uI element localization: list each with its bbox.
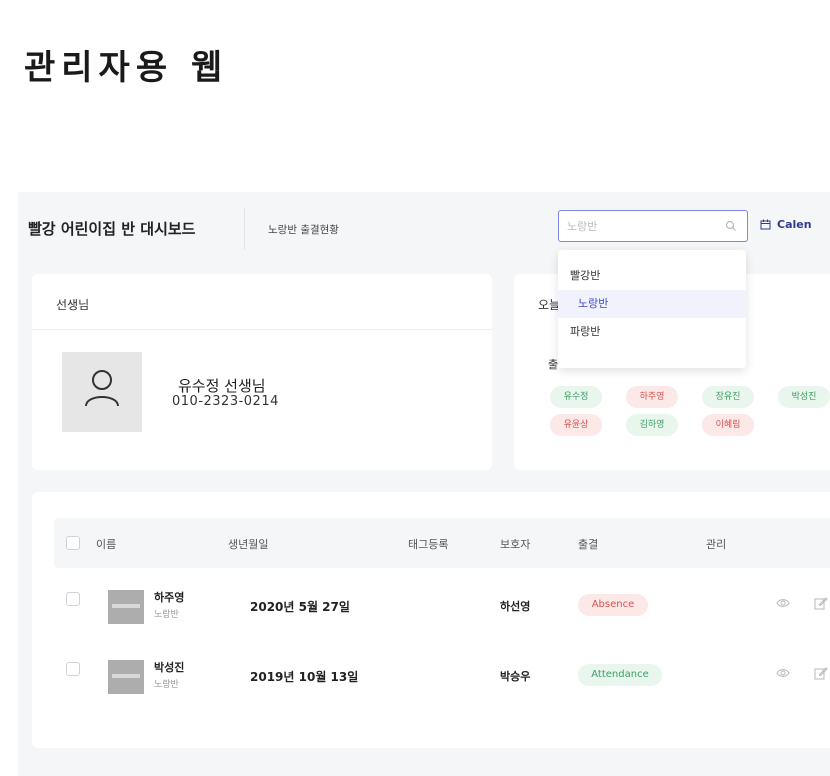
table-row[interactable]: 박성진 노랑반 2019년 10월 13일 박승우 Attendance [54,644,830,714]
select-all-checkbox[interactable] [66,536,80,550]
row-checkbox[interactable] [66,662,80,676]
class-search-input[interactable] [567,217,717,235]
dropdown-option-red[interactable]: 빨강반 [558,262,746,290]
teacher-phone: 010-2323-0214 [172,394,279,409]
class-dropdown-menu: 빨강반 노랑반 파랑반 [558,250,746,368]
teacher-name: 유수정 선생님 [178,377,266,395]
attendance-chip[interactable]: 김하영 [626,414,678,436]
eye-icon[interactable] [776,666,790,680]
status-badge[interactable]: Attendance [578,664,662,686]
today-card-heading: 오늘 [538,298,561,312]
calendar-icon [760,219,771,230]
child-name: 박성진 [154,661,185,674]
child-photo [108,660,144,694]
teacher-card-heading: 선생님 [56,298,90,312]
user-icon [85,370,119,407]
column-header-guardian: 보호자 [500,538,531,551]
brand-title: 빨강 어린이집 반 대시보드 [28,220,196,238]
eye-icon[interactable] [776,596,790,610]
column-header-name: 이름 [96,538,117,551]
column-header-manage: 관리 [706,538,727,551]
teacher-card: 선생님 유수정 선생님 010-2323-0214 [32,274,492,470]
attendance-chip[interactable]: 박성진 [778,386,830,408]
edit-icon[interactable] [814,666,828,680]
child-class: 노랑반 [154,680,179,690]
child-class: 노랑반 [154,610,179,620]
search-icon[interactable] [725,220,737,232]
child-birthdate: 2020년 5월 27일 [250,600,350,614]
dropdown-option-yellow[interactable]: 노랑반 [558,290,746,318]
avatar [62,352,142,432]
column-header-birth: 생년월일 [228,538,269,551]
attendance-chip[interactable]: 이혜림 [702,414,754,436]
divider [244,208,245,250]
table-header: 이름 생년월일 태그등록 보호자 출결 관리 [54,518,830,568]
guardian-name: 박승우 [500,670,531,683]
table-row[interactable]: 하주영 노랑반 2020년 5월 27일 하선영 Absence [54,574,830,644]
guardian-name: 하선영 [500,600,531,613]
dashboard-app: 빨강 어린이집 반 대시보드 노랑반 출결현황 Calen 선생님 [18,192,830,776]
class-attendance-title: 노랑반 출결현황 [268,224,339,236]
status-badge[interactable]: Absence [578,594,648,616]
teacher-card-header: 선생님 [32,274,492,330]
child-name: 하주영 [154,591,185,604]
column-header-attendance: 출결 [578,538,599,551]
calendar-label: Calen [777,218,812,231]
attendance-chip[interactable]: 유수정 [550,386,602,408]
children-table: 이름 생년월일 태그등록 보호자 출결 관리 하주영 노랑반 2020년 5월 … [32,492,830,748]
class-search-box[interactable] [558,210,748,242]
child-birthdate: 2019년 10월 13일 [250,670,359,684]
row-checkbox[interactable] [66,592,80,606]
edit-icon[interactable] [814,596,828,610]
page-title: 관리자용 웹 [24,48,229,88]
column-header-tag: 태그등록 [408,538,449,551]
child-photo [108,590,144,624]
attendance-chip[interactable]: 유윤상 [550,414,602,436]
dropdown-option-blue[interactable]: 파랑반 [558,318,746,346]
attendance-chip[interactable]: 하주영 [626,386,678,408]
attendance-chip[interactable]: 장유진 [702,386,754,408]
calendar-button[interactable]: Calen [760,218,812,231]
attendance-label: 출 [548,358,559,371]
